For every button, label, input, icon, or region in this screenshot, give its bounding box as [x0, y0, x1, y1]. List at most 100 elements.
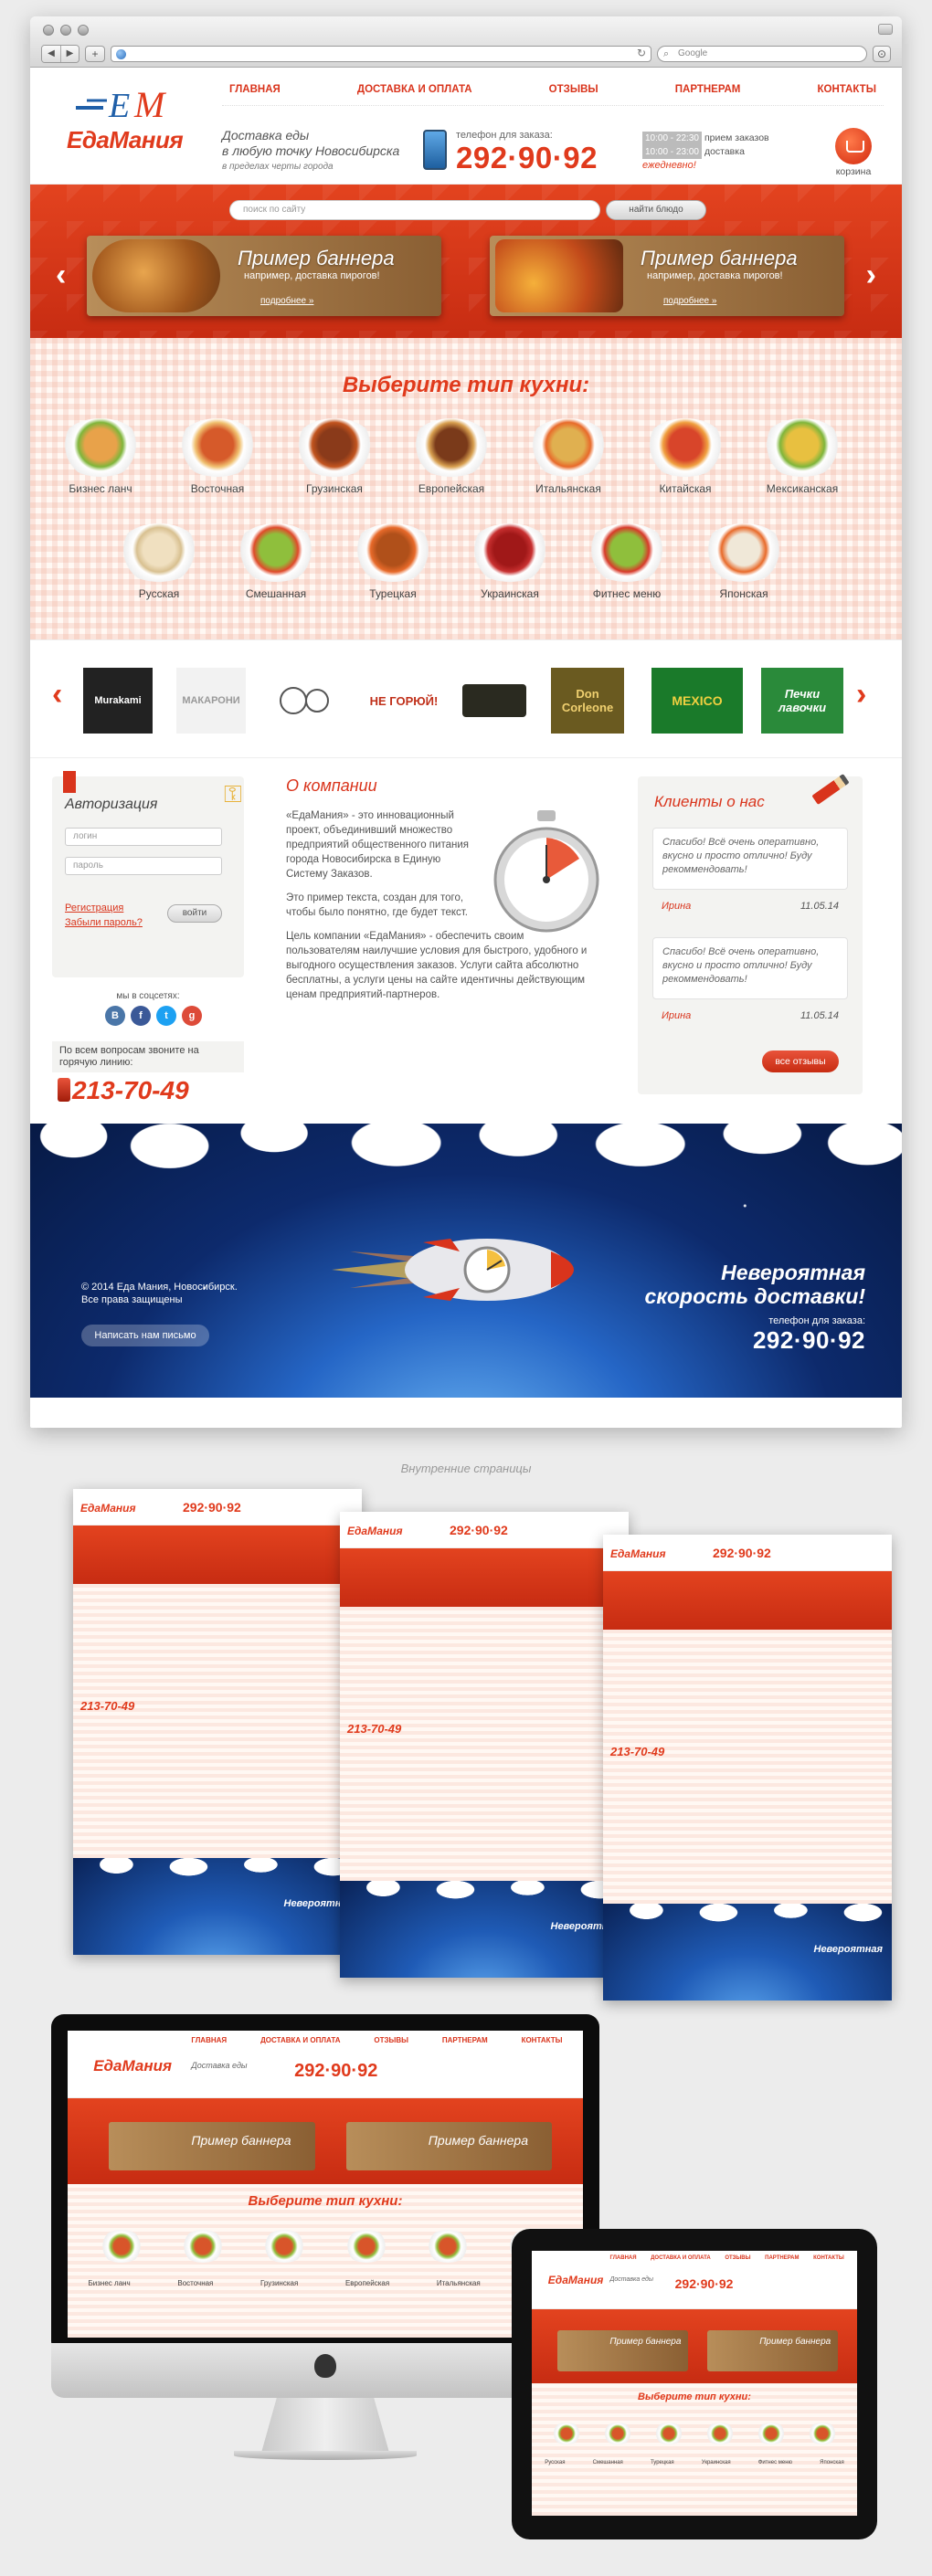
imac-screen: ЕдаМания ГЛАВНАЯ ДОСТАВКА И ОПЛАТА ОТЗЫВ…: [68, 2031, 583, 2338]
cuisine-item[interactable]: Восточная: [167, 418, 268, 495]
nav-delivery[interactable]: ДОСТАВКА И ОПЛАТА: [350, 84, 480, 105]
cuisine-item[interactable]: Европейская: [401, 418, 502, 495]
password-input[interactable]: пароль: [65, 857, 222, 875]
drinks-image: [495, 239, 623, 312]
about-paragraph: «ЕдаМания» - это инновационный проект, о…: [286, 810, 469, 880]
all-reviews-button[interactable]: все отзывы: [762, 1050, 839, 1072]
nav-partners[interactable]: ПАРТНЕРАМ: [668, 84, 748, 105]
cuisine-item[interactable]: Смешанная: [226, 523, 326, 600]
browser-toolbar: ◀ ▶ + ↻ ⌕ Google ⊙: [41, 45, 891, 63]
review-meta: Ирина 11.05.14: [662, 901, 839, 912]
restaurant-logo[interactable]: Don Corleone: [551, 668, 624, 734]
close-window-button[interactable]: [43, 25, 54, 36]
review-meta: Ирина 11.05.14: [662, 1010, 839, 1021]
dish-image: [702, 523, 786, 582]
google-icon[interactable]: g: [182, 1006, 202, 1026]
mini-cuisine-name: Японская: [820, 2460, 844, 2466]
forgot-password-link[interactable]: Забыли пароль?: [65, 915, 143, 930]
restaurants-prev-icon[interactable]: ‹: [52, 677, 62, 713]
browser-search-input[interactable]: ⌕ Google: [657, 46, 867, 62]
banner-prev-icon[interactable]: ‹: [56, 258, 66, 293]
reload-icon[interactable]: ↻: [637, 47, 646, 59]
cuisine-item[interactable]: Японская: [694, 523, 794, 600]
slogan-line1: Невероятная: [721, 1261, 865, 1284]
facebook-icon[interactable]: f: [131, 1006, 151, 1026]
cuisine-item[interactable]: Китайская: [635, 418, 736, 495]
cuisine-item[interactable]: Украинская: [460, 523, 560, 600]
cart-button[interactable]: корзина: [829, 128, 878, 177]
apple-logo-icon: [314, 2354, 336, 2378]
login-box: ⚿ Авторизация логин пароль Регистрация З…: [52, 771, 244, 977]
cuisine-name: Грузинская: [306, 482, 363, 495]
cuisine-item[interactable]: Русская: [109, 523, 209, 600]
twitter-icon[interactable]: t: [156, 1006, 176, 1026]
hours-orders: 10:00 - 22:30 прием заказов: [642, 132, 769, 145]
browser-menu-button[interactable]: ⊙: [873, 46, 891, 62]
website: E M ЕдаМания ГЛАВНАЯ ДОСТАВКА И ОПЛАТА О…: [30, 68, 902, 1398]
banner-more-link[interactable]: подробнее »: [260, 296, 313, 306]
tagline: Доставка еды в любую точку Новосибирска …: [222, 128, 414, 174]
banner-next-icon[interactable]: ›: [866, 258, 876, 293]
logo-text[interactable]: ЕдаМания: [67, 126, 184, 154]
review-date: 11.05.14: [800, 1010, 839, 1021]
restaurants-next-icon[interactable]: ›: [856, 677, 866, 713]
find-dish-button[interactable]: найти блюдо: [606, 200, 706, 220]
cuisine-item[interactable]: Мексиканская: [752, 418, 853, 495]
thumb-hotline: 213-70-49: [347, 1722, 402, 1736]
restaurant-logo[interactable]: [270, 668, 339, 734]
zoom-window-button[interactable]: [78, 25, 89, 36]
forward-icon[interactable]: ▶: [60, 46, 79, 62]
cuisine-name: Китайская: [659, 482, 712, 495]
fullscreen-button[interactable]: [878, 24, 893, 35]
restaurant-logo[interactable]: НЕ ГОРЮЙ!: [363, 668, 445, 734]
nav-contacts[interactable]: КОНТАКТЫ: [810, 84, 883, 105]
nav-reviews[interactable]: ОТЗЫВЫ: [542, 84, 606, 105]
inner-page-thumbnail[interactable]: ЕдаМания 292·90·92 213-70-49 Невероятная: [73, 1489, 362, 1955]
mini-cuisine-names: Бизнес ланч Восточная Грузинская Европей…: [89, 2279, 563, 2287]
cuisine-item[interactable]: Фитнес меню: [577, 523, 677, 600]
promo-banner[interactable]: Пример баннера например, доставка пирого…: [87, 236, 441, 316]
nav-home[interactable]: ГЛАВНАЯ: [222, 84, 288, 105]
cuisine-item[interactable]: Турецкая: [343, 523, 443, 600]
site-search-input[interactable]: поиск по сайту: [229, 200, 600, 220]
minimize-window-button[interactable]: [60, 25, 71, 36]
imac-stand: [261, 2398, 389, 2453]
mini-cuisine-name: Европейская: [344, 2279, 390, 2288]
inner-page-thumbnail[interactable]: ЕдаМания 292·90·92 213-70-49 Невероятная: [340, 1512, 629, 1978]
vk-icon[interactable]: В: [105, 1006, 125, 1026]
register-link[interactable]: Регистрация: [65, 901, 143, 915]
mini-dish: [806, 2423, 838, 2445]
restaurant-logo[interactable]: Печки лавочки: [761, 668, 843, 734]
back-icon[interactable]: ◀: [42, 46, 60, 62]
banner-more-link[interactable]: подробнее »: [663, 296, 716, 306]
banner-subtitle: например, доставка пирогов!: [244, 270, 380, 281]
cuisine-item[interactable]: Грузинская: [284, 418, 385, 495]
order-phone[interactable]: 292·90·92: [456, 141, 598, 175]
footer-phone[interactable]: 292·90·92: [645, 1326, 865, 1355]
cuisine-item[interactable]: Итальянская: [518, 418, 619, 495]
review-author: Ирина: [662, 1010, 692, 1021]
restaurant-logo[interactable]: MEXICO: [651, 668, 743, 734]
write-us-button[interactable]: Написать нам письмо: [81, 1325, 209, 1346]
site-header: E M ЕдаМания ГЛАВНАЯ ДОСТАВКА И ОПЛАТА О…: [30, 68, 902, 185]
login-input[interactable]: логин: [65, 828, 222, 846]
hotline-phone[interactable]: 213-70-49: [72, 1076, 189, 1105]
mini-cuisine: Выберите тип кухни: Русская Смешанная Ту…: [532, 2382, 857, 2516]
restaurant-logo[interactable]: МАКАРОНИ: [176, 668, 246, 734]
login-button[interactable]: войти: [167, 904, 222, 923]
thumb-header: ЕдаМания 292·90·92: [73, 1489, 362, 1526]
browser-window: ◀ ▶ + ↻ ⌕ Google ⊙ E M ЕдаМания ГЛАВНАЯ …: [30, 16, 902, 1428]
mini-dish: [653, 2423, 685, 2445]
restaurant-logo[interactable]: Murakami: [83, 668, 153, 734]
promo-banner[interactable]: Пример баннера например, доставка пирого…: [490, 236, 844, 316]
mini-banner: Пример баннера: [707, 2329, 838, 2371]
inner-page-thumbnail[interactable]: ЕдаМания 292·90·92 213-70-49 Невероятная: [603, 1535, 892, 2001]
address-bar[interactable]: ↻: [111, 46, 651, 62]
new-tab-button[interactable]: +: [85, 46, 105, 62]
tagline-line1: Доставка еды: [222, 128, 310, 143]
review-author: Ирина: [662, 901, 692, 912]
logo-mark-icon[interactable]: E M: [67, 86, 195, 122]
restaurant-logo[interactable]: [460, 668, 529, 734]
cuisine-item[interactable]: Бизнес ланч: [50, 418, 151, 495]
cuisine-title: Выберите тип кухни:: [342, 373, 590, 397]
